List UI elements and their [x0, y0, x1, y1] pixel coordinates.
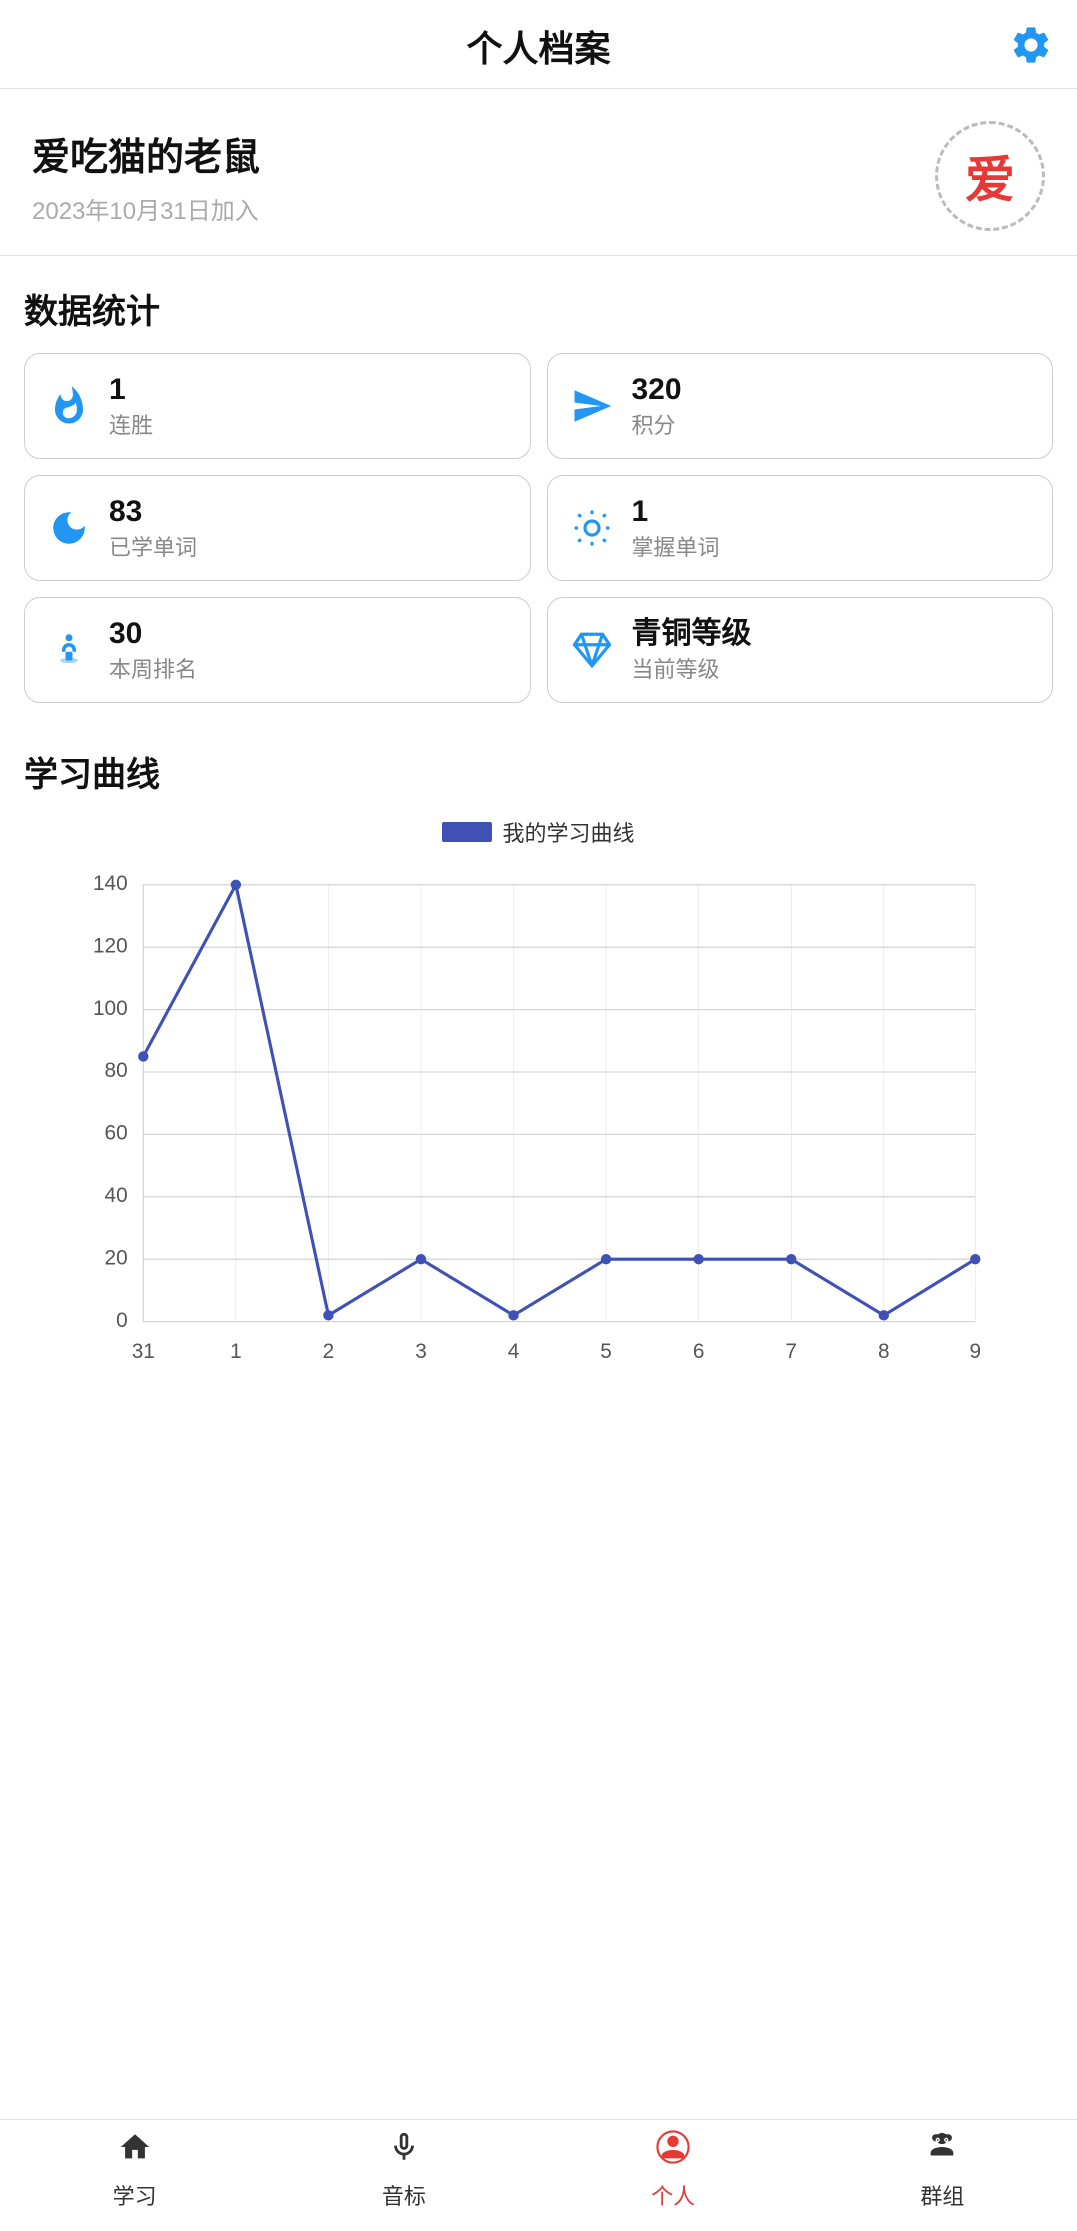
- bottom-nav: 学习 音标 个人 群组: [0, 2119, 1077, 2231]
- data-point: [601, 1254, 611, 1264]
- stat-info-points: 320 积分: [632, 372, 682, 440]
- svg-text:40: 40: [105, 1184, 128, 1207]
- nav-item-study[interactable]: 学习: [0, 2130, 269, 2211]
- stat-card-learned: 83 已学单词: [24, 475, 531, 581]
- svg-text:0: 0: [116, 1309, 128, 1332]
- stat-label-points: 积分: [632, 408, 682, 440]
- stat-card-rank: 30 本周排名: [24, 597, 531, 703]
- stat-label-learned: 已学单词: [109, 530, 197, 562]
- svg-text:1: 1: [230, 1340, 242, 1363]
- legend-label: 我的学习曲线: [502, 816, 634, 848]
- avatar-char: 爱: [965, 140, 1015, 212]
- svg-text:9: 9: [970, 1340, 982, 1363]
- stat-value-streak: 1: [109, 372, 153, 408]
- diamond-icon: [568, 626, 616, 674]
- stat-info-mastered: 1 掌握单词: [632, 494, 720, 562]
- stat-label-streak: 连胜: [109, 408, 153, 440]
- nav-label-study: 学习: [113, 2179, 157, 2211]
- stat-info-streak: 1 连胜: [109, 372, 153, 440]
- nav-item-group[interactable]: 群组: [808, 2130, 1077, 2211]
- nav-label-group: 群组: [920, 2179, 964, 2211]
- person-circle-icon: [656, 2130, 690, 2173]
- stats-title: 数据统计: [24, 284, 1053, 333]
- svg-text:3: 3: [415, 1340, 427, 1363]
- mic-icon: [387, 2130, 421, 2173]
- stat-label-level: 当前等级: [632, 652, 752, 684]
- nav-label-profile: 个人: [651, 2179, 695, 2211]
- moon-icon: [45, 504, 93, 552]
- profile-section: 爱吃猫的老鼠 2023年10月31日加入 爱: [0, 89, 1077, 256]
- profile-name: 爱吃猫的老鼠: [32, 126, 260, 181]
- data-point: [508, 1310, 518, 1320]
- svg-text:140: 140: [93, 872, 128, 895]
- stat-info-learned: 83 已学单词: [109, 494, 197, 562]
- svg-text:100: 100: [93, 997, 128, 1020]
- stat-label-rank: 本周排名: [109, 652, 197, 684]
- stats-section: 数据统计 1 连胜 320 积分: [0, 256, 1077, 719]
- stat-card-mastered: 1 掌握单词: [547, 475, 1054, 581]
- svg-text:2: 2: [323, 1340, 335, 1363]
- data-point: [138, 1051, 148, 1061]
- stat-card-points: 320 积分: [547, 353, 1054, 459]
- data-point: [693, 1254, 703, 1264]
- sun-icon: [568, 504, 616, 552]
- data-point: [970, 1254, 980, 1264]
- settings-button[interactable]: [1009, 23, 1053, 70]
- svg-text:4: 4: [508, 1340, 520, 1363]
- stat-value-points: 320: [632, 372, 682, 408]
- learning-curve-line: [143, 885, 975, 1316]
- stats-grid: 1 连胜 320 积分 83: [24, 353, 1053, 703]
- profile-info: 爱吃猫的老鼠 2023年10月31日加入: [32, 126, 260, 226]
- svg-text:20: 20: [105, 1246, 128, 1269]
- profile-join-date: 2023年10月31日加入: [32, 191, 260, 226]
- stat-value-learned: 83: [109, 494, 197, 530]
- home-icon: [118, 2130, 152, 2173]
- stat-card-streak: 1 连胜: [24, 353, 531, 459]
- arrow-icon: [568, 382, 616, 430]
- avatar: 爱: [935, 121, 1045, 231]
- nav-item-profile[interactable]: 个人: [539, 2130, 808, 2211]
- stat-info-rank: 30 本周排名: [109, 616, 197, 684]
- flame-icon: [45, 382, 93, 430]
- svg-text:5: 5: [600, 1340, 612, 1363]
- svg-text:31: 31: [132, 1340, 155, 1363]
- stat-value-mastered: 1: [632, 494, 720, 530]
- data-point: [879, 1310, 889, 1320]
- nav-item-phonetic[interactable]: 音标: [269, 2130, 538, 2211]
- data-point: [786, 1254, 796, 1264]
- gear-icon: [1009, 23, 1053, 67]
- stat-info-level: 青铜等级 当前等级: [632, 616, 752, 684]
- nav-label-phonetic: 音标: [382, 2179, 426, 2211]
- chart-title: 学习曲线: [24, 747, 1053, 796]
- chart-legend: 我的学习曲线: [24, 816, 1053, 848]
- learning-curve-chart: 0 20 40 60 80 100 120 140 31 1 2 3 4 5 6…: [24, 864, 1053, 1384]
- stat-value-rank: 30: [109, 616, 197, 652]
- person-standing-icon: [45, 626, 93, 674]
- chart-container: 0 20 40 60 80 100 120 140 31 1 2 3 4 5 6…: [24, 864, 1053, 1384]
- svg-text:8: 8: [878, 1340, 890, 1363]
- stat-value-level: 青铜等级: [632, 616, 752, 652]
- spy-icon: [925, 2130, 959, 2173]
- data-point: [416, 1254, 426, 1264]
- svg-text:7: 7: [785, 1340, 797, 1363]
- svg-text:6: 6: [693, 1340, 705, 1363]
- header: 个人档案: [0, 0, 1077, 89]
- stat-label-mastered: 掌握单词: [632, 530, 720, 562]
- data-point: [231, 880, 241, 890]
- svg-text:120: 120: [93, 934, 128, 957]
- stat-card-level: 青铜等级 当前等级: [547, 597, 1054, 703]
- page-title: 个人档案: [466, 20, 610, 72]
- chart-section: 学习曲线 我的学习曲线: [0, 719, 1077, 2119]
- svg-text:60: 60: [105, 1122, 128, 1145]
- legend-color-box: [442, 822, 492, 842]
- data-point: [323, 1310, 333, 1320]
- svg-text:80: 80: [105, 1059, 128, 1082]
